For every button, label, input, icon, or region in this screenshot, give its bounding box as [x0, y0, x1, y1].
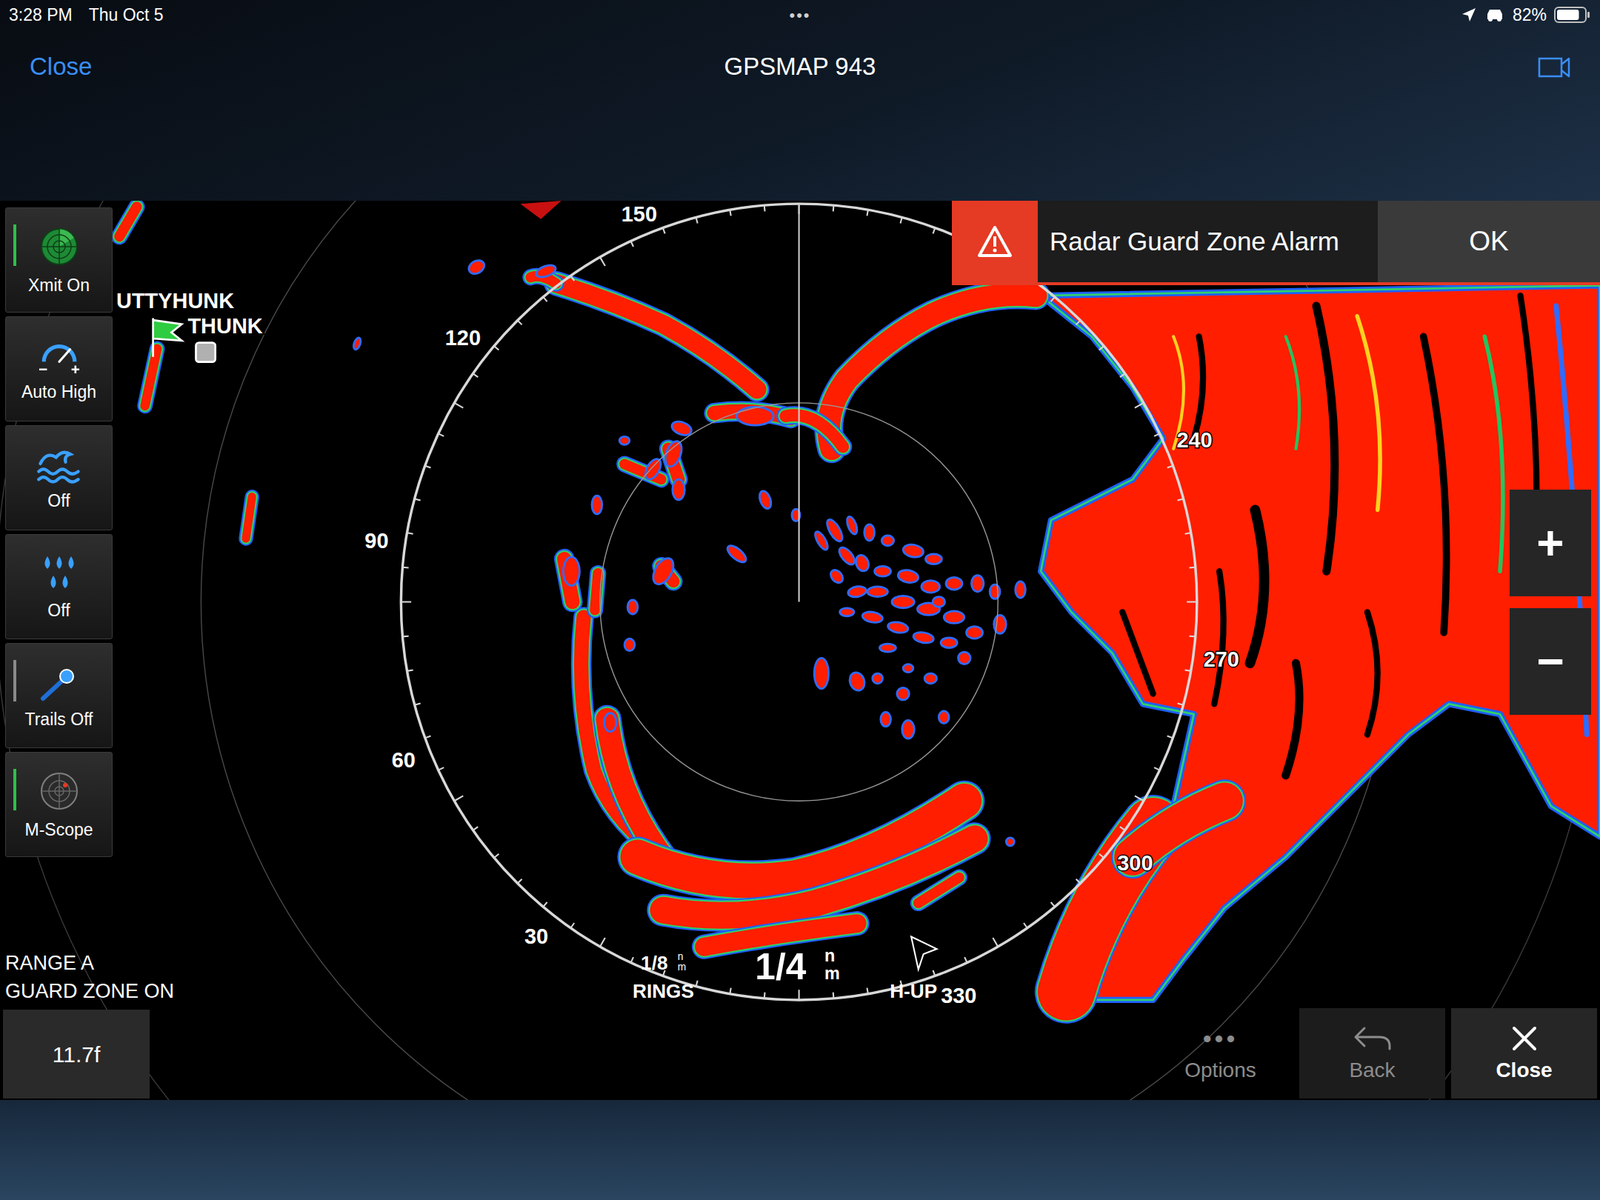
svg-text:1/8: 1/8 [640, 951, 668, 975]
north-arrow-icon [911, 937, 937, 970]
battery-percent: 82% [1512, 2, 1547, 29]
bearing-label: 270 [1203, 647, 1240, 672]
alarm-banner: Radar Guard Zone AlarmOK [951, 200, 1600, 286]
bearing-label: 150 [621, 202, 658, 226]
bearing-label: 330 [940, 983, 977, 1008]
status-time: 3:28 PM [8, 2, 73, 29]
tool-label: Xmit On [28, 274, 90, 296]
mscope-icon [37, 768, 82, 814]
radar-echoes [119, 200, 1600, 1000]
rain-icon [37, 552, 82, 595]
bottom-area [0, 1100, 1600, 1200]
bottom-button[interactable]: Close [1451, 1008, 1598, 1099]
bearing-label: 300 [1117, 851, 1153, 875]
tool-button[interactable]: M-Scope [5, 751, 113, 858]
data-readout[interactable]: 11.7f [2, 1009, 150, 1099]
svg-text:n: n [824, 945, 835, 966]
place-label: UTTYHUNK [116, 288, 235, 313]
svg-text:1/4: 1/4 [754, 945, 806, 988]
ring-spacing: 1/8 nm RINGS [632, 951, 695, 1003]
status-date: Thu Oct 5 [88, 2, 164, 29]
alarm-icon-box [951, 200, 1038, 283]
status-text: RANGE A [5, 948, 175, 978]
tool-label: Trails Off [24, 708, 93, 730]
header: Close GPSMAP 943 [0, 29, 1600, 104]
screen-record-icon[interactable] [1537, 54, 1571, 80]
bearing-label: 90 [364, 528, 389, 553]
outer-range-ring [400, 203, 1197, 1000]
bearing-label: 120 [445, 325, 481, 350]
header-close-button[interactable]: Close [29, 48, 92, 86]
alarm-ok-button[interactable]: OK [1377, 200, 1600, 283]
orientation-label: H-UP [889, 980, 938, 1003]
tool-label: Auto High [21, 381, 97, 403]
top-area: 3:28 PM Thu Oct 5 ••• 82% Close GPSMAP 943 [0, 0, 1600, 201]
flag-icon [153, 317, 183, 357]
status-bar: 3:28 PM Thu Oct 5 ••• 82% [0, 0, 1600, 30]
close-x-icon [1509, 1023, 1540, 1054]
trails-icon [37, 661, 82, 703]
tool-button[interactable]: Off [5, 425, 113, 531]
gain-icon [35, 335, 83, 376]
bottom-button-label: Close [1495, 1057, 1552, 1083]
wave-icon [35, 444, 83, 485]
bottom-button[interactable]: ••• Options [1147, 1008, 1294, 1099]
location-arrow-icon [1460, 6, 1478, 23]
tool-column: Xmit On Auto High Off Off Trails Off M-Scope [5, 207, 113, 858]
zoom-button[interactable]: + [1509, 489, 1592, 597]
radar-display[interactable]: 150 120 90 60 30 240 270 300 330 UTTYHUNKTHUNK 1/8… [0, 200, 1600, 1100]
toggle-indicator [13, 224, 17, 266]
multitask-dots[interactable]: ••• [788, 2, 811, 28]
radar-panel: 150 120 90 60 30 240 270 300 330 UTTYHUNKTHUNK 1/8… [0, 200, 1600, 1100]
bottom-button-label: Back [1348, 1057, 1395, 1083]
tool-button[interactable]: Xmit On [5, 207, 113, 313]
heading-line [798, 203, 800, 602]
bearing-label: 240 [1176, 428, 1212, 452]
tool-button[interactable]: Trails Off [5, 642, 113, 749]
car-icon [1484, 6, 1506, 23]
radar-icon [37, 224, 82, 269]
toggle-indicator [13, 660, 17, 702]
tool-button[interactable]: Auto High [5, 316, 113, 422]
tool-label: M-Scope [24, 819, 93, 840]
alarm-message: Radar Guard Zone Alarm [1037, 200, 1378, 283]
range-status: RANGE AGUARD ZONE ON 11.7f [2, 948, 177, 1099]
header-title: GPSMAP 943 [724, 48, 877, 86]
app: 3:28 PM Thu Oct 5 ••• 82% Close GPSMAP 943 150… [0, 0, 1600, 1200]
bearing-label: 60 [391, 748, 416, 772]
bottom-button[interactable]: Back [1299, 1008, 1446, 1099]
map-place: UTTYHUNKTHUNK [116, 288, 263, 363]
tool-label: Off [47, 600, 70, 621]
status-text: GUARD ZONE ON [5, 977, 175, 1006]
zoom-button[interactable]: − [1509, 608, 1592, 715]
waypoint-icon [195, 342, 215, 363]
options-icon: ••• [1202, 1023, 1239, 1054]
toggle-indicator [13, 768, 17, 811]
tool-label: Off [47, 490, 70, 512]
battery-icon [1554, 5, 1592, 24]
bottom-buttons: ••• Options Back Close [1147, 1008, 1598, 1099]
svg-text:n: n [677, 951, 684, 963]
svg-text:m: m [824, 963, 840, 983]
range-value[interactable]: 1/4 nm [754, 945, 840, 989]
tool-button[interactable]: Off [5, 534, 113, 640]
bearing-label: 30 [524, 924, 549, 949]
zoom-controls: +− [1509, 489, 1592, 715]
warning-icon [976, 224, 1014, 259]
place-label: THUNK [187, 314, 263, 338]
svg-text:m: m [677, 961, 686, 973]
back-arrow-icon [1352, 1023, 1393, 1054]
svg-text:RINGS: RINGS [632, 980, 695, 1003]
bottom-button-label: Options [1184, 1057, 1257, 1083]
